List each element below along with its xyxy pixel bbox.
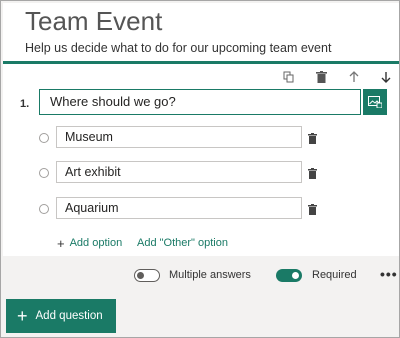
form-subtitle[interactable]: Help us decide what to do for our upcomi…	[25, 41, 331, 55]
add-option-label: Add option	[69, 237, 123, 249]
plus-icon: +	[57, 235, 65, 251]
add-question-button[interactable]: + Add question	[6, 299, 116, 333]
plus-icon: +	[17, 306, 28, 326]
toggle-knob	[137, 272, 144, 279]
option-input[interactable]: Aquarium	[56, 197, 302, 219]
copy-icon[interactable]	[282, 70, 296, 84]
multiple-answers-toggle[interactable]	[134, 269, 160, 282]
add-question-label: Add question	[35, 310, 103, 322]
form-editor: Team Event Help us decide what to do for…	[0, 0, 400, 338]
form-header[interactable]: Team Event Help us decide what to do for…	[3, 3, 399, 61]
option-input[interactable]: Art exhibit	[56, 161, 302, 183]
trash-icon[interactable]	[308, 131, 317, 149]
list-item: Aquarium	[3, 197, 399, 221]
trash-icon[interactable]	[308, 166, 317, 184]
arrow-up-icon[interactable]	[347, 70, 361, 84]
toggle-knob	[292, 272, 299, 279]
list-item: Art exhibit	[3, 161, 399, 185]
question-settings-bar: Multiple answers Required •••	[3, 256, 399, 292]
option-input[interactable]: Museum	[56, 126, 302, 148]
option-radio	[39, 168, 49, 178]
trash-icon[interactable]	[308, 202, 317, 220]
more-options-icon[interactable]: •••	[380, 266, 398, 282]
trash-icon[interactable]	[314, 70, 328, 84]
multiple-answers-label: Multiple answers	[169, 269, 251, 281]
arrow-down-icon[interactable]	[379, 70, 393, 84]
option-radio	[39, 204, 49, 214]
required-label: Required	[312, 269, 357, 281]
option-radio	[39, 133, 49, 143]
required-toggle[interactable]	[276, 269, 302, 282]
question-number: 1.	[20, 98, 30, 110]
image-icon	[368, 96, 382, 108]
add-option-button[interactable]: + Add option	[57, 235, 123, 251]
list-item: Museum	[3, 126, 399, 150]
add-other-option-button[interactable]: Add "Other" option	[137, 237, 228, 249]
form-title[interactable]: Team Event	[25, 6, 162, 37]
question-input[interactable]: Where should we go?	[39, 89, 361, 115]
insert-media-button[interactable]	[363, 89, 387, 115]
